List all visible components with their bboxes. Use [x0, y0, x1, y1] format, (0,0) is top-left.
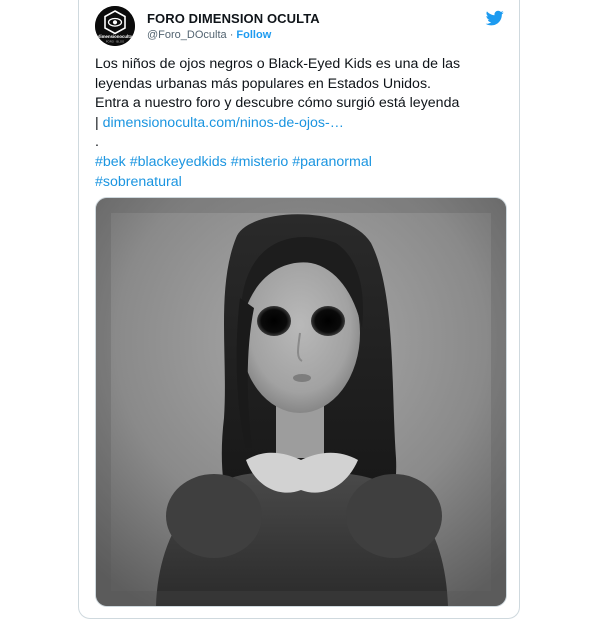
eye-logo-icon: dimensionoculta FORO · BLOG — [95, 6, 135, 46]
hashtag-blackeyedkids[interactable]: #blackeyedkids — [130, 154, 227, 170]
account-display-name[interactable]: FORO DIMENSION OCULTA — [147, 11, 320, 26]
twitter-bird-icon[interactable] — [485, 9, 505, 27]
black-eyed-girl-photo — [96, 198, 506, 606]
tweet-text-line-3: Entra a nuestro foro y descubre cómo sur… — [95, 95, 460, 112]
avatar-subtext: FORO · BLOG — [106, 40, 124, 44]
hashtag-sobrenatural[interactable]: #sobrenatural — [95, 174, 182, 190]
hashtag-row-1: #bek #blackeyedkids #misterio #paranorma… — [95, 153, 515, 173]
hashtag-row-2: #sobrenatural — [95, 173, 515, 193]
tweet-text-line-4: | dimensionoculta.com/ninos-de-ojos-… — [95, 114, 515, 134]
tweet-text-line-1: Los niños de ojos negros o Black-Eyed Ki… — [95, 56, 461, 72]
tweet-text-dot: . — [95, 134, 99, 151]
tweet-photo[interactable] — [95, 197, 507, 607]
tweet-text-line-2: leyendas urbanas más populares en Estado… — [95, 75, 431, 92]
hashtag-misterio[interactable]: #misterio — [231, 154, 289, 170]
tweet-header: dimensionoculta FORO · BLOG FORO DIMENSI… — [95, 6, 507, 46]
follow-button[interactable]: Follow — [236, 29, 271, 41]
hashtag-bek[interactable]: #bek — [95, 154, 126, 170]
link-prefix: | — [95, 114, 103, 131]
article-link[interactable]: dimensionoculta.com/ninos-de-ojos-… — [103, 115, 344, 131]
avatar-wordmark: dimensionoculta — [98, 34, 133, 39]
account-handle-line: @Foro_DOculta · Follow — [147, 29, 271, 41]
tweet-text: Los niños de ojos negros o Black-Eyed Ki… — [95, 55, 515, 192]
hashtag-paranormal[interactable]: #paranormal — [292, 154, 372, 170]
account-avatar[interactable]: dimensionoculta FORO · BLOG — [95, 6, 135, 46]
embedded-tweet-card: dimensionoculta FORO · BLOG FORO DIMENSI… — [78, 0, 520, 619]
account-handle[interactable]: @Foro_DOculta — [147, 29, 227, 41]
handle-separator: · — [226, 29, 237, 41]
